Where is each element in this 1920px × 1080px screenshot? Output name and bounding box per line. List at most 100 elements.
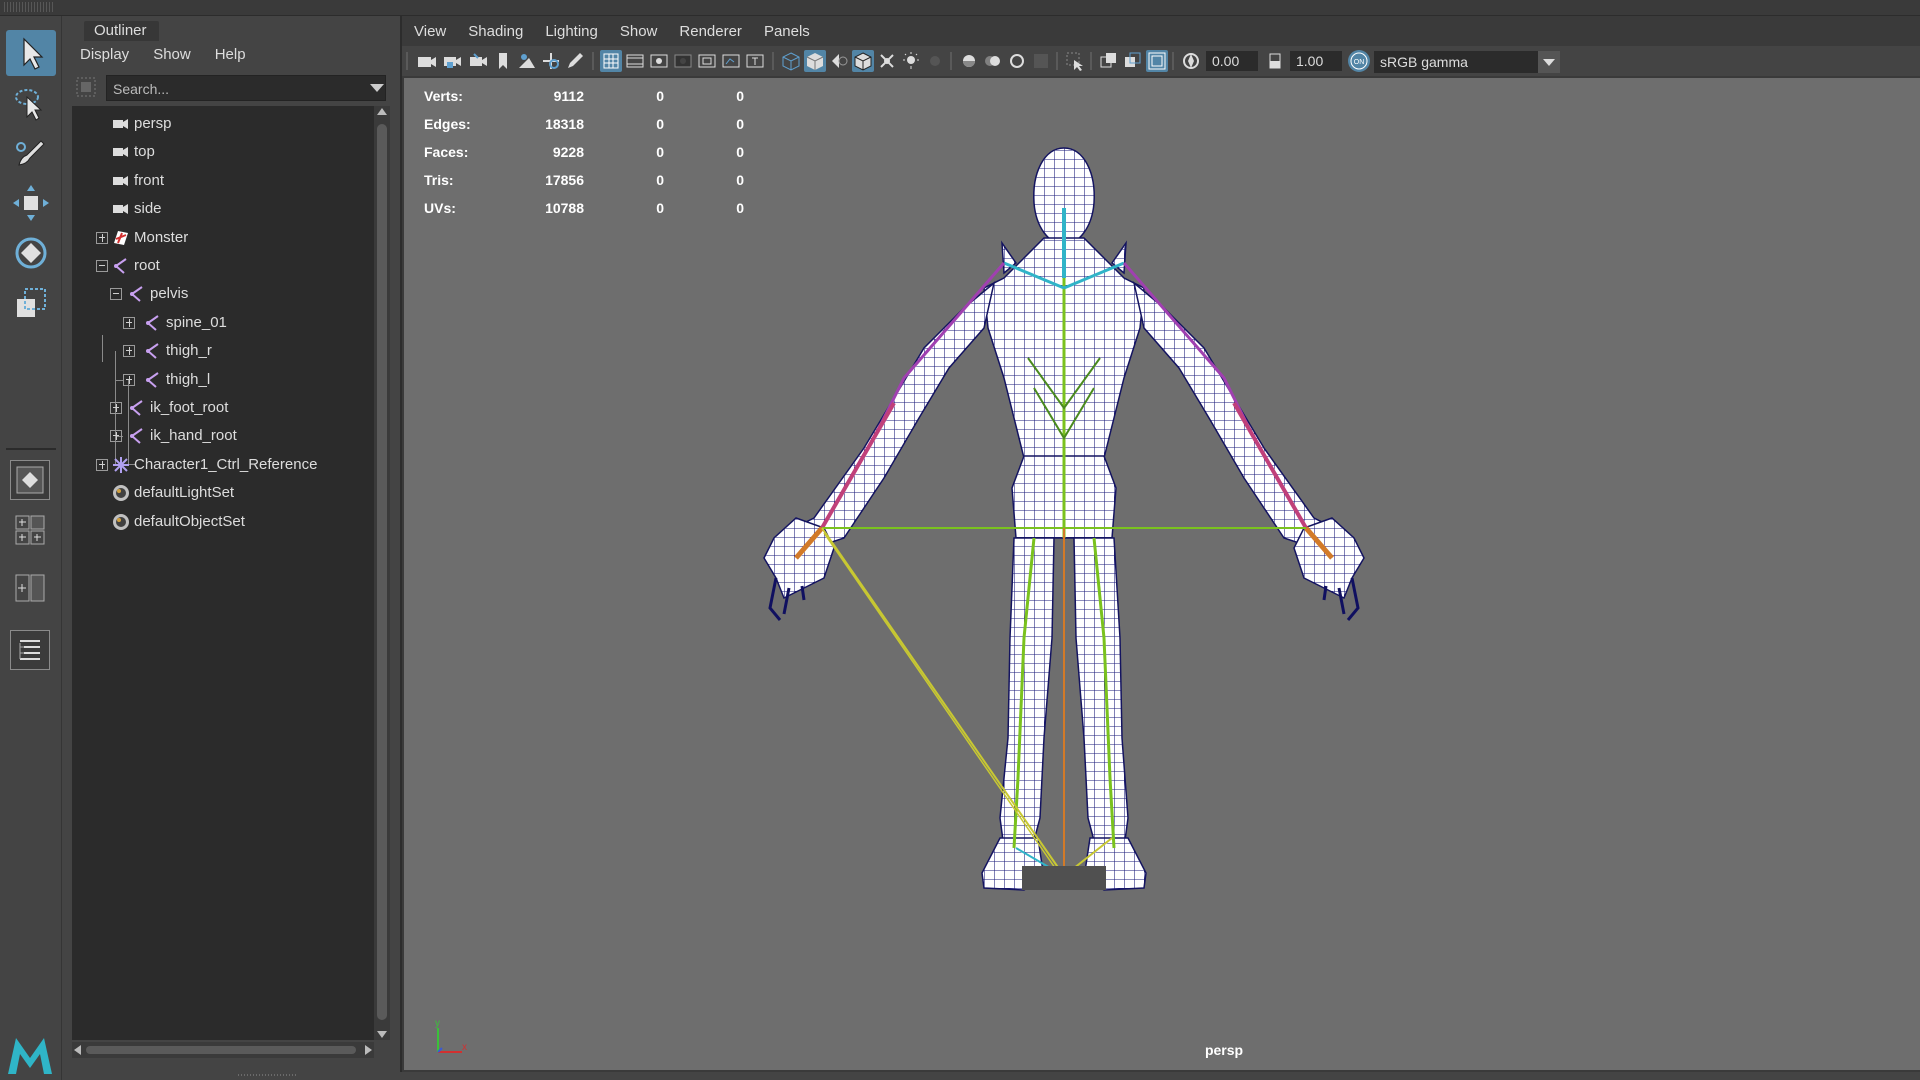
menu-lighting[interactable]: Lighting [533,18,608,44]
view-transform-dropdown-icon[interactable] [1538,51,1560,73]
skeleton-joints [794,208,1334,879]
motion-blur-button[interactable] [982,50,1004,72]
camera-icon [112,200,130,218]
xray-button[interactable] [876,50,898,72]
expand-icon[interactable] [123,345,135,358]
search-input[interactable]: Search... [106,75,386,101]
scroll-down-icon[interactable] [377,1031,387,1038]
gamma-reset-button[interactable] [1264,50,1286,72]
resolution-gate-button[interactable] [648,50,670,72]
select-tool-button[interactable] [6,30,56,76]
scroll-thumb[interactable] [86,1046,356,1054]
use-all-lights-button[interactable] [900,50,922,72]
shadows-button[interactable] [924,50,946,72]
gate-mask-button[interactable] [672,50,694,72]
menu-help[interactable]: Help [203,42,258,70]
outliner-item-persp[interactable]: persp [72,110,374,138]
bookmark-button[interactable] [492,50,514,72]
rotate-tool-button[interactable] [6,230,56,276]
outliner-item-ik-foot-root[interactable]: ik_foot_root [72,394,374,422]
collapse-icon[interactable] [110,288,122,301]
expand-icon[interactable] [123,316,135,329]
expand-icon[interactable] [96,458,108,471]
safe-title-button[interactable] [744,50,766,72]
outliner-item-label: thigh_r [166,342,212,360]
scale-tool-button[interactable] [6,280,56,326]
single-view-button[interactable] [10,460,50,500]
lock-camera-button[interactable] [442,50,464,72]
outliner-item-spine-01[interactable]: spine_01 [72,309,374,337]
menu-show[interactable]: Show [608,18,668,44]
outliner-item-monster[interactable]: Monster [72,224,374,252]
3d-viewport[interactable]: Verts: 9112 0 0 Edges: 18318 0 0 Faces: 9228 0 0 … [404,78,1920,1070]
outliner-item-side[interactable]: side [72,195,374,223]
safe-action-button[interactable] [720,50,742,72]
resize-grip[interactable] [238,1074,298,1076]
outliner-tab[interactable]: Outliner [72,18,394,42]
move-tool-button[interactable] [6,180,56,226]
character-model[interactable] [404,78,1920,1070]
camera-attributes-button[interactable] [468,50,490,72]
exposure-reset-button[interactable] [1180,50,1202,72]
xray-active-components-button[interactable] [1122,50,1144,72]
field-chart-button[interactable] [696,50,718,72]
four-view-button[interactable] [10,510,50,550]
outliner-item-character1-ctrl-reference[interactable]: Character1_Ctrl_Reference [72,451,374,479]
menu-view[interactable]: View [402,18,456,44]
film-gate-button[interactable] [624,50,646,72]
outliner-item-pelvis[interactable]: pelvis [72,280,374,308]
two-view-button[interactable] [10,568,50,608]
menu-renderer[interactable]: Renderer [667,18,752,44]
expand-icon[interactable] [123,373,135,386]
default-material-button[interactable] [828,50,850,72]
image-plane-button[interactable] [516,50,538,72]
menu-display[interactable]: Display [68,42,141,70]
outliner-vertical-scrollbar[interactable] [374,106,390,1040]
scroll-left-icon[interactable] [74,1045,81,1055]
outliner-item-thigh-l[interactable]: thigh_l [72,366,374,394]
outliner-item-defaultlightset[interactable]: defaultLightSet [72,479,374,507]
lasso-tool-button[interactable] [6,80,56,126]
outliner-horizontal-scrollbar[interactable] [72,1042,374,1058]
expand-icon[interactable] [110,430,122,443]
outliner-item-ik-hand-root[interactable]: ik_hand_root [72,422,374,450]
search-dropdown-icon[interactable] [370,84,384,92]
grease-pencil-button[interactable] [564,50,586,72]
isolate-select-button[interactable] [1064,50,1086,72]
select-camera-button[interactable] [416,50,438,72]
outliner-layout-button[interactable] [10,630,50,670]
filter-icon[interactable] [76,77,96,97]
camera-icon [418,57,436,67]
depth-of-field-button[interactable] [1030,50,1052,72]
2d-pan-zoom-button[interactable] [540,50,562,72]
expand-icon[interactable] [110,402,122,414]
exposure-field[interactable]: 0.00 [1206,51,1258,71]
outliner-item-front[interactable]: front [72,167,374,195]
outliner-item-root[interactable]: root [72,252,374,280]
expand-icon[interactable] [96,231,108,244]
outliner-item-thigh-r[interactable]: thigh_r [72,337,374,365]
collapse-icon[interactable] [96,260,108,272]
wireframe-button[interactable] [780,50,802,72]
scroll-up-icon[interactable] [377,108,387,115]
xray-joints-button[interactable] [1098,50,1120,72]
menu-show[interactable]: Show [141,42,203,70]
color-management-toggle[interactable]: ON [1348,50,1370,72]
scroll-right-icon[interactable] [365,1045,372,1055]
grip-handle[interactable] [4,2,54,12]
hud-button[interactable] [1146,50,1168,72]
screen-space-ao-button[interactable] [958,50,980,72]
menu-panels[interactable]: Panels [752,18,820,44]
scroll-thumb[interactable] [377,124,387,1020]
gamma-field[interactable]: 1.00 [1290,51,1342,71]
toolbar-separator [772,52,774,70]
anti-aliasing-button[interactable] [1006,50,1028,72]
menu-shading[interactable]: Shading [456,18,533,44]
paint-select-tool-button[interactable] [6,130,56,176]
smooth-shade-button[interactable] [804,50,826,72]
outliner-item-top[interactable]: top [72,138,374,166]
wireframe-on-shaded-button[interactable] [852,50,874,72]
view-transform-select[interactable]: sRGB gamma [1374,51,1538,73]
outliner-item-defaultobjectset[interactable]: defaultObjectSet [72,508,374,536]
grid-button[interactable] [600,50,622,72]
